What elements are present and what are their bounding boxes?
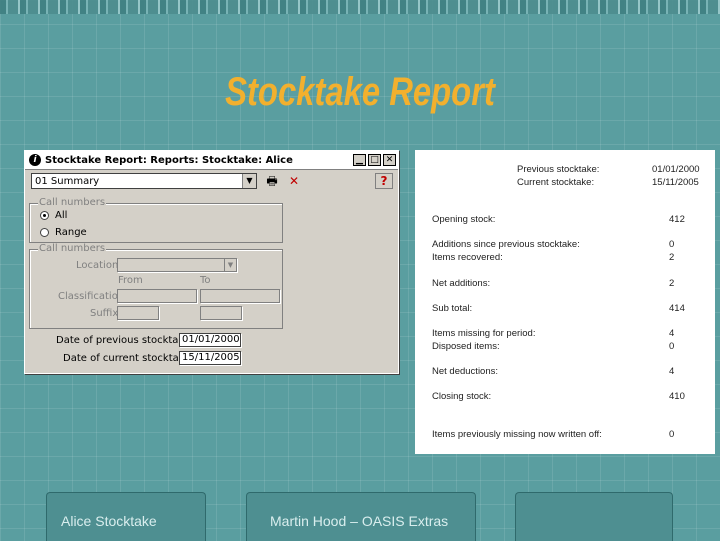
radio-all[interactable]: All	[40, 210, 67, 221]
report-row-label: Sub total:	[432, 303, 473, 314]
current-stocktake-value: 15/11/2005	[652, 177, 699, 188]
previous-stocktake-label: Previous stocktake:	[517, 164, 600, 175]
maximize-button[interactable]: □	[368, 154, 381, 166]
location-select[interactable]: ▼	[117, 258, 237, 272]
dialog-titlebar[interactable]: i Stocktake Report: Reports: Stocktake: …	[25, 151, 398, 170]
radio-range-label: Range	[55, 227, 87, 238]
report-type-value: 01 Summary	[35, 176, 100, 187]
radio-all-label: All	[55, 210, 68, 221]
current-date-field[interactable]: 15/11/2005	[179, 351, 241, 365]
chevron-down-icon[interactable]: ▼	[242, 174, 256, 188]
to-label: To	[200, 275, 211, 286]
current-stocktake-label: Current stocktake:	[517, 177, 595, 188]
call-numbers-group-1: Call numbers All Range	[29, 197, 283, 243]
call-numbers-group-2: Call numbers Location ▼ From To Classifi…	[29, 243, 283, 329]
report-row-label: Additions since previous stocktake:	[432, 239, 580, 250]
report-row-label: Closing stock:	[432, 391, 492, 402]
report-row-value: 0	[669, 239, 675, 250]
footer-middle-text: Martin Hood – OASIS Extras	[270, 513, 449, 529]
suffix-label: Suffix	[90, 308, 119, 319]
dialog-title: Stocktake Report: Reports: Stocktake: Al…	[45, 154, 293, 166]
current-date-label: Date of current stocktake	[63, 353, 191, 364]
cancel-icon[interactable]: ✕	[285, 173, 303, 189]
decorative-top-band	[0, 0, 720, 14]
slide-title: Stocktake Report	[225, 70, 495, 114]
report-row-label: Net deductions:	[432, 366, 499, 377]
report-row-value: 410	[669, 391, 685, 402]
print-icon[interactable]: 🖶	[263, 173, 281, 189]
radio-button-selected[interactable]	[40, 211, 49, 220]
from-label: From	[118, 275, 143, 286]
classification-to-field[interactable]	[200, 289, 280, 303]
report-row-value: 4	[669, 366, 675, 377]
report-row-label: Items missing for period:	[432, 328, 536, 339]
report-row-value: 414	[669, 303, 685, 314]
report-row-label: Opening stock:	[432, 214, 496, 225]
report-row-value: 412	[669, 214, 685, 225]
suffix-to-field[interactable]	[200, 306, 242, 320]
report-row-label: Disposed items:	[432, 341, 500, 352]
report-row-value: 0	[669, 429, 675, 440]
group-1-label: Call numbers	[38, 197, 107, 208]
report-row-value: 2	[669, 252, 675, 263]
info-icon: i	[29, 154, 41, 166]
dialog-toolbar: 01 Summary ▼ 🖶 ✕ ?	[31, 173, 393, 191]
report-output: Previous stocktake: 01/01/2000 Current s…	[415, 150, 715, 454]
radio-button[interactable]	[40, 228, 49, 237]
previous-date-label: Date of previous stocktake	[56, 335, 191, 346]
report-type-select[interactable]: 01 Summary ▼	[31, 173, 257, 189]
footer-right-box	[515, 492, 673, 541]
location-label: Location	[76, 260, 119, 271]
report-row-value: 4	[669, 328, 675, 339]
chevron-down-icon[interactable]: ▼	[224, 259, 236, 271]
help-icon[interactable]: ?	[375, 173, 393, 189]
radio-range[interactable]: Range	[40, 227, 87, 238]
previous-stocktake-value: 01/01/2000	[652, 164, 700, 175]
report-row-label: Net additions:	[432, 278, 491, 289]
close-button[interactable]: ✕	[383, 154, 396, 166]
group-2-label: Call numbers	[38, 243, 107, 254]
report-row-label: Items previously missing now written off…	[432, 429, 602, 440]
suffix-from-field[interactable]	[117, 306, 159, 320]
report-row-value: 0	[669, 341, 675, 352]
report-row-value: 2	[669, 278, 675, 289]
stocktake-dialog: i Stocktake Report: Reports: Stocktake: …	[24, 150, 399, 374]
report-row-label: Items recovered:	[432, 252, 503, 263]
footer-left-text: Alice Stocktake	[61, 513, 157, 529]
minimize-button[interactable]: ▁	[353, 154, 366, 166]
previous-date-field[interactable]: 01/01/2000	[179, 333, 241, 347]
classification-from-field[interactable]	[117, 289, 197, 303]
classification-label: Classification	[58, 291, 125, 302]
